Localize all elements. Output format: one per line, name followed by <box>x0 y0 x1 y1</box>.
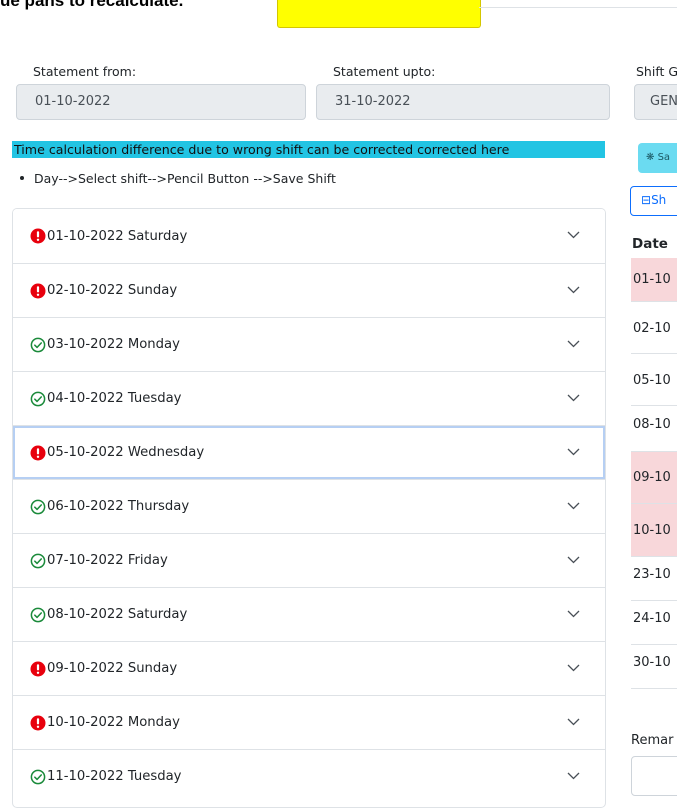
remark-label: Remar <box>631 733 674 748</box>
accordion-item[interactable]: 01-10-2022 Saturday <box>13 209 605 263</box>
check-circle-icon <box>30 769 46 784</box>
check-circle-icon <box>30 553 46 568</box>
exclamation-circle-icon <box>30 445 46 460</box>
exclamation-circle-icon <box>30 661 46 676</box>
chevron-down-icon <box>567 772 580 779</box>
accordion-item[interactable]: 06-10-2022 Thursday <box>13 479 605 533</box>
table-cell-date: 10-10 <box>633 523 671 538</box>
accordion-item[interactable]: 03-10-2022 Monday <box>13 317 605 371</box>
accordion-item[interactable]: 11-10-2022 Tuesday <box>13 749 605 803</box>
shift-label: Shift G <box>636 64 677 79</box>
chevron-down-icon <box>567 718 580 725</box>
instruction-text: Day-->Select shift-->Pencil Button -->Sa… <box>34 171 336 186</box>
divider <box>479 7 677 8</box>
gear-icon: ❋ <box>646 152 655 163</box>
table-row: 09-10 <box>631 452 677 504</box>
statement-upto-field[interactable]: 31-10-2022 <box>316 84 610 120</box>
accordion-item[interactable]: 10-10-2022 Monday <box>13 695 605 749</box>
chevron-down-icon <box>567 448 580 455</box>
accordion-item[interactable]: 04-10-2022 Tuesday <box>13 371 605 425</box>
accordion-item-label: 09-10-2022 Sunday <box>47 661 178 676</box>
minus-square-icon: ⊟ <box>641 193 652 207</box>
accordion-item[interactable]: 08-10-2022 Saturday <box>13 587 605 641</box>
chevron-down-icon <box>567 286 580 293</box>
chevron-down-icon <box>567 610 580 617</box>
table-header-date: Date <box>632 236 668 252</box>
day-accordion: 01-10-2022 Saturday 02-10-2022 Sunday 03-1… <box>12 208 606 808</box>
accordion-item-label: 10-10-2022 Monday <box>47 715 180 730</box>
table-row: 08-10 <box>631 406 677 452</box>
check-circle-icon <box>30 499 46 514</box>
shift-button-label: Sh <box>651 193 667 207</box>
table-row: 30-10 <box>631 645 677 689</box>
accordion-item-label: 04-10-2022 Tuesday <box>47 391 182 406</box>
save-shift-button[interactable]: ❋ Sa <box>638 143 677 173</box>
table-cell-date: 08-10 <box>633 417 671 432</box>
check-circle-icon <box>30 337 46 352</box>
exclamation-circle-icon <box>30 283 46 298</box>
accordion-item-label: 03-10-2022 Monday <box>47 337 180 352</box>
yellow-button[interactable] <box>277 0 481 28</box>
instruction-bullet: Day-->Select shift-->Pencil Button -->Sa… <box>20 171 336 186</box>
table-cell-date: 01-10 <box>633 272 671 287</box>
accordion-item[interactable]: 02-10-2022 Sunday <box>13 263 605 317</box>
shift-correction-note: Time calculation difference due to wrong… <box>12 141 605 158</box>
check-circle-icon <box>30 607 46 622</box>
top-cut-text: ue pans to recalculate. <box>0 0 184 10</box>
chevron-down-icon <box>567 340 580 347</box>
chevron-down-icon <box>567 664 580 671</box>
save-shift-label: Sa <box>657 152 671 163</box>
chevron-down-icon <box>567 502 580 509</box>
shift-field[interactable]: GEN <box>634 84 677 120</box>
table-row: 01-10 <box>631 258 677 302</box>
table-row: 23-10 <box>631 557 677 601</box>
statement-from-field[interactable]: 01-10-2022 <box>16 84 306 120</box>
chevron-down-icon <box>567 394 580 401</box>
table-cell-date: 23-10 <box>633 567 671 582</box>
accordion-item[interactable]: 07-10-2022 Friday <box>13 533 605 587</box>
accordion-item[interactable]: 05-10-2022 Wednesday <box>13 425 605 479</box>
exclamation-circle-icon <box>30 228 46 244</box>
chevron-down-icon <box>567 556 580 563</box>
accordion-item[interactable]: 09-10-2022 Sunday <box>13 641 605 695</box>
chevron-down-icon <box>567 231 580 239</box>
accordion-item-label: 01-10-2022 Saturday <box>47 228 188 244</box>
table-cell-date: 30-10 <box>633 655 671 670</box>
statement-from-label: Statement from: <box>33 64 137 79</box>
table-row: 02-10 <box>631 311 677 354</box>
table-row: 05-10 <box>631 364 677 406</box>
table-cell-date: 02-10 <box>633 321 671 336</box>
table-cell-date: 09-10 <box>633 470 671 485</box>
exclamation-circle-icon <box>30 715 46 730</box>
accordion-item-label: 02-10-2022 Sunday <box>47 283 178 298</box>
accordion-item-label: 07-10-2022 Friday <box>47 553 168 568</box>
table-cell-date: 24-10 <box>633 611 671 626</box>
table-row: 24-10 <box>631 601 677 645</box>
statement-upto-label: Statement upto: <box>333 64 436 79</box>
bullet-dot <box>20 175 24 180</box>
check-circle-icon <box>30 391 46 406</box>
shift-button[interactable]: ⊟Sh <box>630 186 677 216</box>
accordion-item-label: 08-10-2022 Saturday <box>47 607 188 622</box>
remark-input[interactable] <box>631 756 677 796</box>
accordion-item-label: 05-10-2022 Wednesday <box>47 445 205 460</box>
table-cell-date: 05-10 <box>633 373 671 388</box>
accordion-item-label: 11-10-2022 Tuesday <box>47 769 182 784</box>
table-row: 10-10 <box>631 504 677 557</box>
accordion-item-label: 06-10-2022 Thursday <box>47 499 190 514</box>
